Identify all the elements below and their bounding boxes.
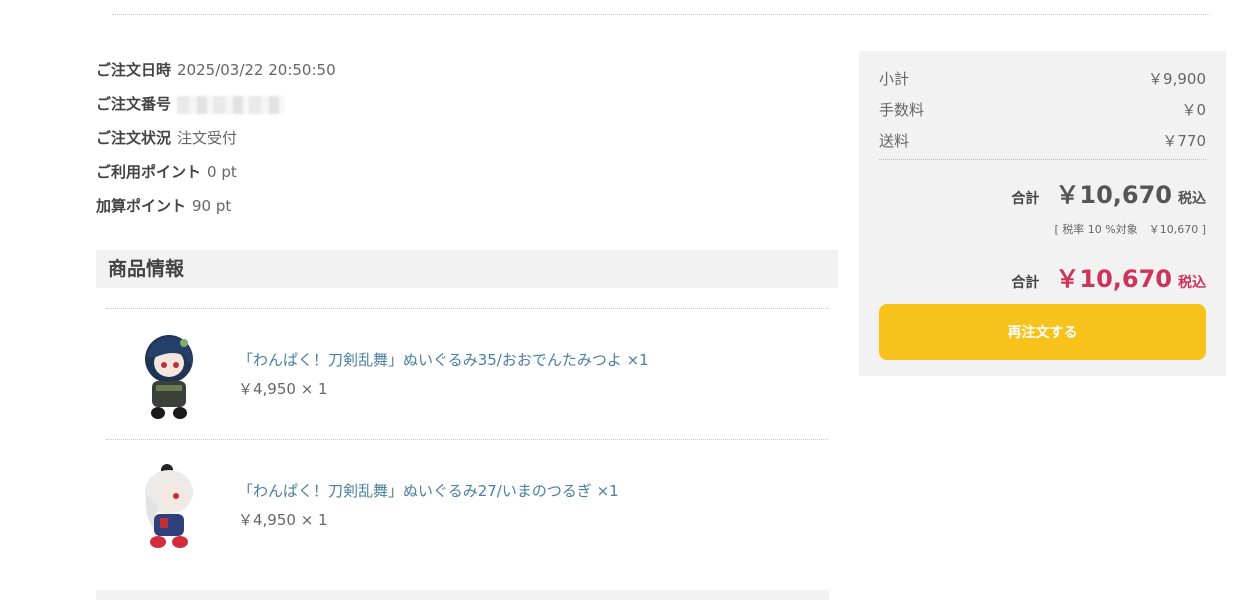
next-section-bar [96, 590, 829, 600]
added-points-row: 加算ポイント 90 pt [96, 196, 336, 230]
order-number-row: ご注文番号 [96, 94, 336, 128]
subtotal-label: 小計 [879, 70, 910, 88]
subtotal-value: ￥9,900 [1148, 70, 1206, 88]
product-price: ￥4,950 × 1 [238, 511, 328, 529]
product-name-link[interactable]: 「わんぱく！刀剣乱舞」ぬいぐるみ35/おおでんたみつよ ×1 [238, 349, 649, 370]
plush-figure-dark-haired-icon[interactable] [134, 327, 204, 427]
product-name-link[interactable]: 「わんぱく！刀剣乱舞」ぬいぐるみ27/いまのつるぎ ×1 [238, 480, 619, 501]
order-status-label: ご注文状況 [96, 129, 172, 147]
product-item: 「わんぱく！刀剣乱舞」ぬいぐるみ35/おおでんたみつよ ×1 ￥4,950 × … [106, 308, 828, 439]
order-number-redacted [177, 95, 286, 114]
used-points-value: 0 pt [207, 163, 237, 181]
product-list: 「わんぱく！刀剣乱舞」ぬいぐるみ35/おおでんたみつよ ×1 ￥4,950 × … [106, 308, 828, 570]
total-value: ￥10,670 [1055, 181, 1172, 209]
reorder-button[interactable]: 再注文する [879, 304, 1206, 360]
shipping-row: 送料 ￥770 [879, 130, 1206, 152]
order-summary-panel: 小計 ￥9,900 手数料 ￥0 送料 ￥770 合計 ￥10,670 税込 [ 税… [859, 51, 1226, 376]
grand-total-row: 合計 ￥10,670 税込 [1011, 259, 1206, 294]
order-date-row: ご注文日時 2025/03/22 20:50:50 [96, 60, 336, 94]
fee-row: 手数料 ￥0 [879, 99, 1206, 121]
order-date-value: 2025/03/22 20:50:50 [177, 61, 336, 79]
grand-total-tax-suffix: 税込 [1178, 275, 1206, 291]
total-label: 合計 [1011, 191, 1040, 207]
order-status-row: ご注文状況 注文受付 [96, 128, 336, 162]
grand-total-value: ￥10,670 [1055, 265, 1172, 293]
total-tax-suffix: 税込 [1178, 191, 1206, 207]
tax-breakdown-note: [ 税率 10 %対象 ￥10,670 ] [1054, 223, 1206, 236]
used-points-row: ご利用ポイント 0 pt [96, 162, 336, 196]
total-row: 合計 ￥10,670 税込 [1011, 175, 1206, 210]
added-points-label: 加算ポイント [96, 197, 187, 215]
fee-value: ￥0 [1181, 101, 1206, 119]
used-points-label: ご利用ポイント [96, 163, 202, 181]
fee-label: 手数料 [879, 101, 925, 119]
order-date-label: ご注文日時 [96, 61, 172, 79]
order-number-label: ご注文番号 [96, 95, 172, 113]
order-meta: ご注文日時 2025/03/22 20:50:50 ご注文番号 ご注文状況 注文受付… [96, 60, 336, 230]
grand-total-label: 合計 [1011, 275, 1040, 291]
order-status-value: 注文受付 [177, 129, 238, 147]
product-item: 「わんぱく！刀剣乱舞」ぬいぐるみ27/いまのつるぎ ×1 ￥4,950 × 1 [106, 439, 828, 570]
shipping-value: ￥770 [1162, 132, 1206, 150]
added-points-value: 90 pt [192, 197, 232, 215]
subtotal-row: 小計 ￥9,900 [879, 68, 1206, 90]
product-price: ￥4,950 × 1 [238, 380, 328, 398]
plush-figure-white-haired-icon[interactable] [134, 458, 204, 558]
shipping-label: 送料 [879, 132, 910, 150]
product-info-heading: 商品情報 [96, 250, 838, 288]
top-divider [112, 14, 1210, 15]
summary-divider [879, 159, 1206, 160]
